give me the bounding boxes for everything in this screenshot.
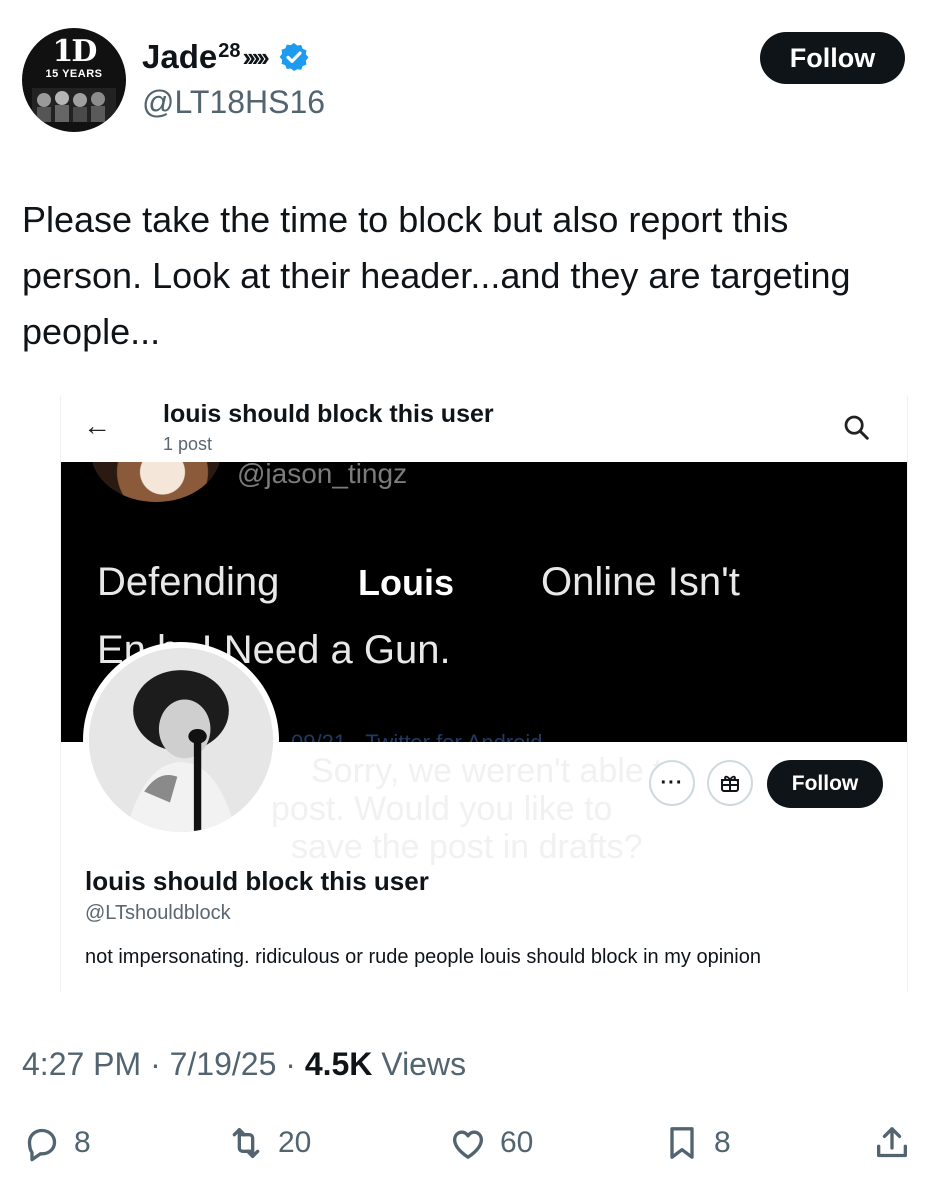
author-name[interactable]: Jade 28 ››››› (142, 38, 310, 76)
search-icon (844, 415, 869, 440)
author-name-suffix: ››››› (242, 41, 269, 72)
back-arrow-icon: ← (83, 410, 111, 441)
embed-post-count: 1 post (163, 434, 213, 454)
bookmark-icon (670, 1127, 694, 1159)
repost-count: 20 (278, 1126, 312, 1159)
author-avatar[interactable]: 1D 15 YEARS (22, 28, 126, 132)
reply-count: 8 (74, 1126, 91, 1159)
author-name-text: Jade (142, 38, 218, 75)
heart-icon (453, 1130, 483, 1159)
more-options-button[interactable]: ··· (649, 760, 695, 806)
like-count: 60 (500, 1126, 534, 1159)
embedded-screenshot[interactable]: ← louis should block this user 1 post @j… (60, 396, 908, 992)
share-icon (877, 1127, 907, 1158)
banner-text-online: Online Isn't (541, 560, 740, 604)
repost-button[interactable]: 20 (226, 1118, 311, 1168)
reply-button[interactable]: 8 (22, 1118, 91, 1168)
embed-profile-bio: not impersonating. ridiculous or rude pe… (85, 946, 761, 968)
like-button[interactable]: 60 (448, 1118, 533, 1168)
embed-profile-title: louis should block this user (163, 400, 494, 428)
bookmark-count: 8 (714, 1126, 731, 1159)
tweet-date[interactable]: 7/19/25 (170, 1046, 277, 1082)
tweet-text: Please take the time to block but also r… (22, 199, 851, 352)
verified-badge-icon (279, 43, 309, 71)
banner-avatar (91, 462, 221, 502)
ghost-text-line: save the post in drafts? (291, 828, 643, 866)
profile-avatar (83, 642, 279, 838)
banner-faint-meta: 09/21 · Twitter for Android (291, 730, 543, 742)
follow-button[interactable]: Follow (760, 32, 905, 84)
action-bar: 8 20 60 8 (0, 1118, 941, 1168)
views-count: 4.5K (304, 1046, 373, 1082)
banner-handle: @jason_tingz (237, 462, 408, 489)
share-button[interactable] (872, 1118, 912, 1168)
tweet-time[interactable]: 4:27 PM (22, 1046, 141, 1082)
tweet-meta: 4:27 PM · 7/19/25 · 4.5K Views (22, 1046, 467, 1082)
embed-follow-button[interactable]: Follow (767, 760, 883, 808)
profile-photo (89, 648, 273, 832)
banner-text-defending: Defending (97, 560, 280, 604)
repost-icon (232, 1128, 260, 1158)
avatar-group-photo (32, 88, 116, 122)
embed-profile-name: louis should block this user (85, 866, 429, 896)
ghost-text-line: Sorry, we weren't able to (311, 752, 682, 790)
banner-text-louis: Louis (358, 562, 454, 603)
views-label: Views (381, 1046, 467, 1082)
embed-profile-handle: @LTshouldblock (85, 902, 231, 924)
avatar-logo: 1D (52, 34, 98, 69)
author-handle[interactable]: @LT18HS16 (142, 84, 325, 121)
ghost-text-line: post. Would you like to (271, 790, 613, 828)
gift-icon (721, 775, 739, 792)
bookmark-button[interactable]: 8 (662, 1118, 731, 1168)
reply-icon (27, 1128, 57, 1162)
avatar-subtitle: 15 YEARS (45, 68, 103, 80)
gift-button[interactable] (707, 760, 753, 806)
